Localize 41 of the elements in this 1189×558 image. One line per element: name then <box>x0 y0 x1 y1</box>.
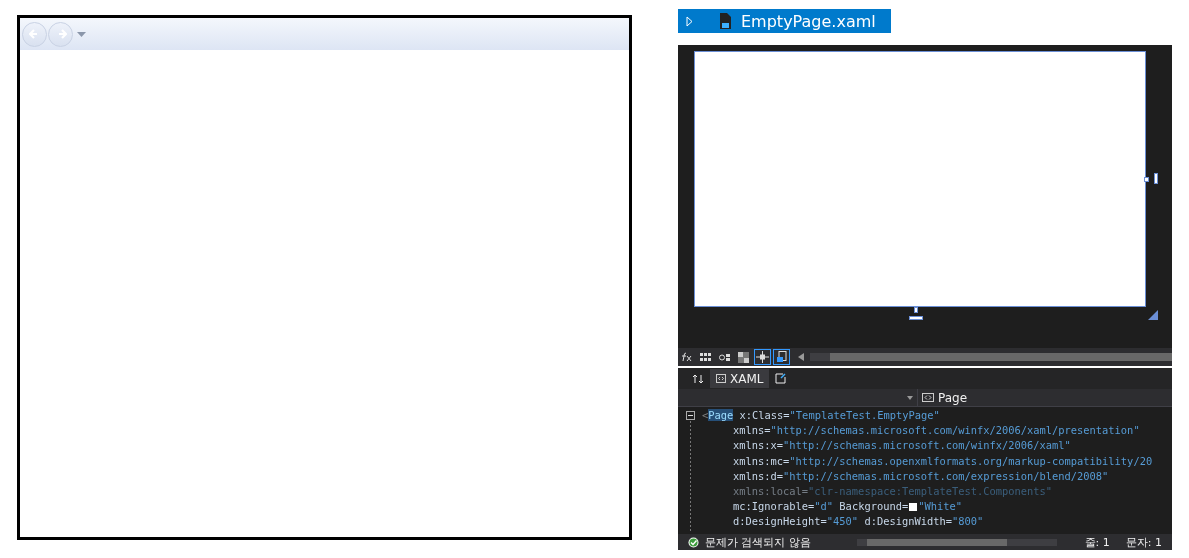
grid-icon <box>699 352 712 362</box>
code-line: xmlns:local="clr-namespace:TemplateTest.Components" <box>733 483 1053 499</box>
code-line: xmlns:mc="http://schemas.openxmlformats.org/markup-compatibility/20 <box>733 453 1153 469</box>
code-line: xmlns="http://schemas.microsoft.com/winfx/2006/xaml/presentation" <box>733 423 1140 439</box>
scroll-left-icon[interactable] <box>798 353 804 361</box>
toolbar-button[interactable] <box>735 349 752 365</box>
line-indicator: 줄: 1 <box>1084 534 1110 550</box>
document-tab[interactable]: EmptyPage.xaml <box>678 9 891 33</box>
column-indicator: 문자: 1 <box>1125 534 1162 550</box>
code-icon <box>922 393 934 402</box>
snap-icon <box>756 351 769 363</box>
code-line: xmlns:x="http://schemas.microsoft.com/winfx/2006/xaml" <box>733 438 1071 454</box>
code-line: xmlns:d="http://schemas.microsoft.com/expression/blend/2008" <box>733 468 1109 484</box>
xaml-tab[interactable]: XAML <box>710 369 770 388</box>
code-line: d:DesignHeight="450" d:DesignWidth="800" <box>733 514 984 530</box>
code-icon <box>716 374 726 383</box>
toolbar-button[interactable] <box>773 349 790 365</box>
horizontal-scrollbar[interactable] <box>810 353 1172 361</box>
gear-grid-icon <box>718 352 731 362</box>
swap-panes-icon[interactable] <box>692 373 704 384</box>
resize-handle[interactable] <box>1144 177 1149 182</box>
status-message: 문제가 검색되지 않음 <box>705 534 811 550</box>
toolbar-button[interactable] <box>754 349 771 365</box>
play-icon <box>686 15 693 27</box>
caret-icon[interactable] <box>77 31 86 37</box>
resize-handle[interactable] <box>914 307 918 313</box>
popout-icon[interactable] <box>775 373 787 384</box>
code-line: mc:Ignorable="d" Background= <box>733 499 909 515</box>
code-line: "White" <box>918 499 962 515</box>
code-scrollbar[interactable] <box>857 538 1057 546</box>
collapse-icon[interactable] <box>686 411 695 420</box>
resize-corner-icon[interactable] <box>1148 310 1158 320</box>
caret-icon <box>907 395 913 400</box>
resize-handle[interactable] <box>1154 173 1158 184</box>
check-icon <box>688 536 699 548</box>
checkerboard-icon <box>738 351 749 363</box>
code-line: <Page x:Class="TemplateTest.EmptyPage" <box>702 408 940 423</box>
device-icon <box>775 351 788 363</box>
function-icon <box>680 352 693 362</box>
resize-handle[interactable] <box>909 316 923 320</box>
file-icon <box>717 12 733 30</box>
